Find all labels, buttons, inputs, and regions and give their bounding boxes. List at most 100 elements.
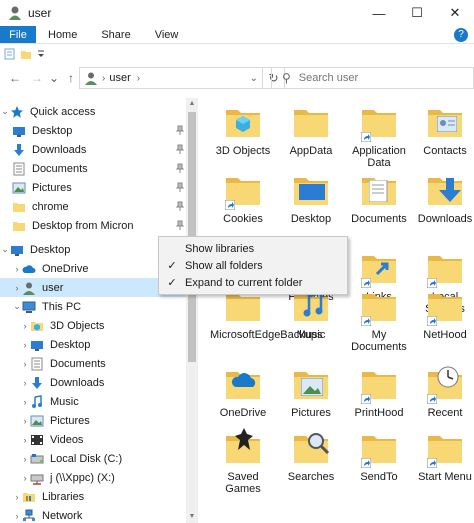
chevron-right-icon[interactable]: › xyxy=(20,321,30,331)
search-input[interactable] xyxy=(298,72,449,84)
address-dropdown-icon[interactable]: ⌄ xyxy=(250,73,258,84)
help-icon[interactable]: ? xyxy=(454,28,468,42)
file-item[interactable]: Contacts xyxy=(412,102,474,157)
nav-quick-access[interactable]: ⌄ Quick access xyxy=(0,102,186,121)
tab-home[interactable]: Home xyxy=(36,26,89,43)
nav-qa-desktop[interactable]: Desktop xyxy=(0,121,186,140)
file-item[interactable]: Desktop xyxy=(278,170,344,225)
breadcrumb-separator-2[interactable]: › xyxy=(137,73,140,84)
file-item[interactable]: Start Menu xyxy=(412,428,474,483)
customize-toolbar-icon[interactable] xyxy=(36,48,46,60)
nav-this-pc[interactable]: ⌄ This PC xyxy=(0,297,186,316)
file-item[interactable]: SendTo xyxy=(346,428,412,483)
minimize-button[interactable]: — xyxy=(360,0,398,26)
nav-qa-documents[interactable]: Documents xyxy=(0,159,186,178)
file-item[interactable]: My Documents xyxy=(346,286,412,353)
scroll-down-arrow[interactable]: ▼ xyxy=(186,511,198,523)
chevron-right-icon[interactable]: › xyxy=(12,264,22,274)
file-item[interactable]: 3D Objects xyxy=(210,102,276,157)
nav-pc-videos[interactable]: › Videos xyxy=(0,430,186,449)
file-item[interactable]: Recent xyxy=(412,364,474,419)
file-item[interactable]: NetHood xyxy=(412,286,474,341)
nav-qa-pictures[interactable]: Pictures xyxy=(0,178,186,197)
nav-scrollbar[interactable]: ▲ ▼ xyxy=(186,98,198,523)
maximize-button[interactable]: ☐ xyxy=(398,0,436,26)
file-item[interactable]: Searches xyxy=(278,428,344,483)
tab-share[interactable]: Share xyxy=(89,26,142,43)
folder-icon xyxy=(359,286,399,326)
nav-pc-music[interactable]: › Music xyxy=(0,392,186,411)
file-name: Application Data xyxy=(352,145,406,169)
file-name: OneDrive xyxy=(219,407,267,419)
chevron-down-icon[interactable]: ⌄ xyxy=(0,244,10,255)
file-item[interactable]: OneDrive xyxy=(210,364,276,419)
chevron-right-icon[interactable]: › xyxy=(20,340,30,350)
properties-icon[interactable] xyxy=(4,48,16,60)
file-name: Recent xyxy=(427,407,463,419)
tab-view[interactable]: View xyxy=(143,26,191,43)
file-item[interactable]: AppData xyxy=(278,102,344,157)
folder-icon xyxy=(13,221,25,231)
chevron-right-icon[interactable]: › xyxy=(20,435,30,445)
folder-icon xyxy=(359,428,399,468)
chevron-down-icon[interactable]: ⌄ xyxy=(0,106,10,117)
tab-file[interactable]: File xyxy=(0,26,36,43)
file-item[interactable]: Application Data xyxy=(346,102,412,169)
folder-icon xyxy=(359,364,399,404)
nav-libraries[interactable]: › Libraries xyxy=(0,487,186,506)
nav-pc-downloads[interactable]: › Downloads xyxy=(0,373,186,392)
chevron-right-icon[interactable]: › xyxy=(20,473,30,483)
chevron-right-icon[interactable]: › xyxy=(20,359,30,369)
pin-icon[interactable] xyxy=(176,220,184,230)
nav-pane-context-menu: Show libraries ✓ Show all folders ✓ Expa… xyxy=(158,236,348,295)
folder-icon xyxy=(223,102,263,142)
check-icon: ✓ xyxy=(167,277,177,289)
pin-icon[interactable] xyxy=(176,125,184,135)
chevron-down-icon[interactable]: ⌄ xyxy=(12,301,22,312)
file-item[interactable]: Pictures xyxy=(278,364,344,419)
nav-pc-documents[interactable]: › Documents xyxy=(0,354,186,373)
chevron-right-icon[interactable]: › xyxy=(12,283,22,293)
window-title: user xyxy=(28,6,52,20)
search-box[interactable]: ⚲ xyxy=(271,67,474,89)
nav-qa-downloads[interactable]: Downloads xyxy=(0,140,186,159)
nav-pc-desktop[interactable]: › Desktop xyxy=(0,335,186,354)
recent-locations-button[interactable]: ⌄ xyxy=(48,67,60,89)
nav-qa-chrome[interactable]: chrome xyxy=(0,197,186,216)
nav-qa-desktop-from-micron[interactable]: Desktop from Micron xyxy=(0,216,186,235)
pin-icon[interactable] xyxy=(176,144,184,154)
chevron-right-icon[interactable]: › xyxy=(12,511,22,521)
chevron-right-icon[interactable]: › xyxy=(20,397,30,407)
file-item[interactable]: Cookies xyxy=(210,170,276,225)
file-item[interactable]: Downloads xyxy=(412,170,474,225)
nav-local-disk-c[interactable]: › Local Disk (C:) xyxy=(0,449,186,468)
menu-item-show-all-folders[interactable]: ✓ Show all folders xyxy=(159,257,347,274)
breadcrumb-user[interactable]: user xyxy=(109,72,130,84)
nav-network-drive-x[interactable]: › j (\\Xppc) (X:) xyxy=(0,468,186,487)
new-folder-icon[interactable] xyxy=(20,48,32,60)
address-bar[interactable]: › user › ⌄ xyxy=(79,67,263,89)
chevron-right-icon[interactable]: › xyxy=(20,378,30,388)
file-item[interactable]: Documents xyxy=(346,170,412,225)
chevron-right-icon[interactable]: › xyxy=(20,416,30,426)
file-item[interactable]: PrintHood xyxy=(346,364,412,419)
pin-icon[interactable] xyxy=(176,182,184,192)
menu-item-show-libraries[interactable]: Show libraries xyxy=(159,240,347,257)
forward-button[interactable]: → xyxy=(26,67,48,89)
scroll-up-arrow[interactable]: ▲ xyxy=(186,98,198,110)
chevron-right-icon[interactable]: › xyxy=(12,492,22,502)
nav-pc-pictures[interactable]: › Pictures xyxy=(0,411,186,430)
file-item[interactable]: Saved Games xyxy=(210,428,276,495)
nav-network[interactable]: › Network xyxy=(0,506,186,523)
chevron-right-icon[interactable]: › xyxy=(20,454,30,464)
pin-icon[interactable] xyxy=(176,201,184,211)
close-button[interactable]: ✕ xyxy=(436,0,474,26)
breadcrumb-separator[interactable]: › xyxy=(102,73,105,84)
back-button[interactable]: ← xyxy=(4,67,26,89)
pictures-icon xyxy=(30,415,44,426)
nav-label: Pictures xyxy=(32,181,72,194)
pin-icon[interactable] xyxy=(176,163,184,173)
nav-label: Local Disk (C:) xyxy=(50,452,123,465)
nav-3d-objects[interactable]: › 3D Objects xyxy=(0,316,186,335)
menu-item-expand-to-current-folder[interactable]: ✓ Expand to current folder xyxy=(159,274,347,291)
